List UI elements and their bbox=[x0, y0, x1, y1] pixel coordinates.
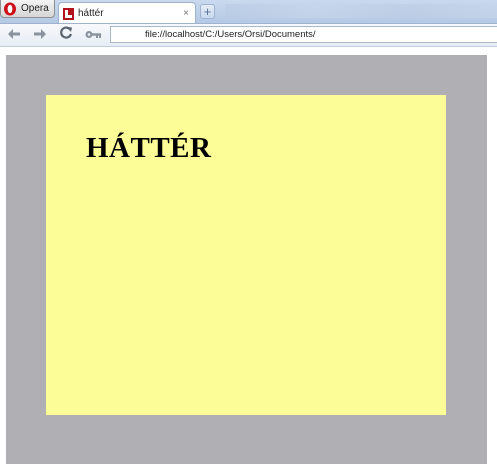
plus-icon: + bbox=[203, 4, 212, 19]
reload-button[interactable] bbox=[58, 26, 74, 44]
tab-bar: Opera háttér × + bbox=[0, 0, 497, 24]
background-tabs bbox=[225, 4, 497, 18]
back-button[interactable] bbox=[6, 27, 22, 43]
opera-logo-icon bbox=[3, 2, 17, 16]
navigation-bar: file://localhost/C:/Users/Orsi/Documents… bbox=[0, 24, 497, 47]
tab-active[interactable]: háttér × bbox=[58, 2, 196, 23]
window-edge bbox=[487, 55, 497, 464]
page-viewport: HÁTTÉR bbox=[6, 55, 487, 464]
back-arrow-icon bbox=[8, 26, 20, 44]
forward-button[interactable] bbox=[32, 27, 48, 43]
tab-title: háttér bbox=[78, 7, 104, 19]
page-heading: HÁTTÉR bbox=[86, 132, 212, 164]
page-favicon-icon bbox=[63, 7, 74, 20]
address-url: file://localhost/C:/Users/Orsi/Documents… bbox=[145, 29, 316, 40]
key-button[interactable] bbox=[84, 27, 102, 43]
tab-close-icon[interactable]: × bbox=[183, 8, 189, 19]
new-tab-button[interactable]: + bbox=[200, 4, 215, 19]
content-box: HÁTTÉR bbox=[46, 95, 446, 415]
opera-menu-label: Opera bbox=[21, 3, 49, 14]
key-icon bbox=[85, 26, 101, 44]
browser-window: Opera háttér × + file://localhost/C:/Use… bbox=[0, 0, 497, 464]
opera-menu-button[interactable]: Opera bbox=[0, 0, 55, 18]
address-field[interactable]: file://localhost/C:/Users/Orsi/Documents… bbox=[110, 26, 497, 43]
reload-icon bbox=[59, 26, 73, 44]
forward-arrow-icon bbox=[34, 26, 46, 44]
